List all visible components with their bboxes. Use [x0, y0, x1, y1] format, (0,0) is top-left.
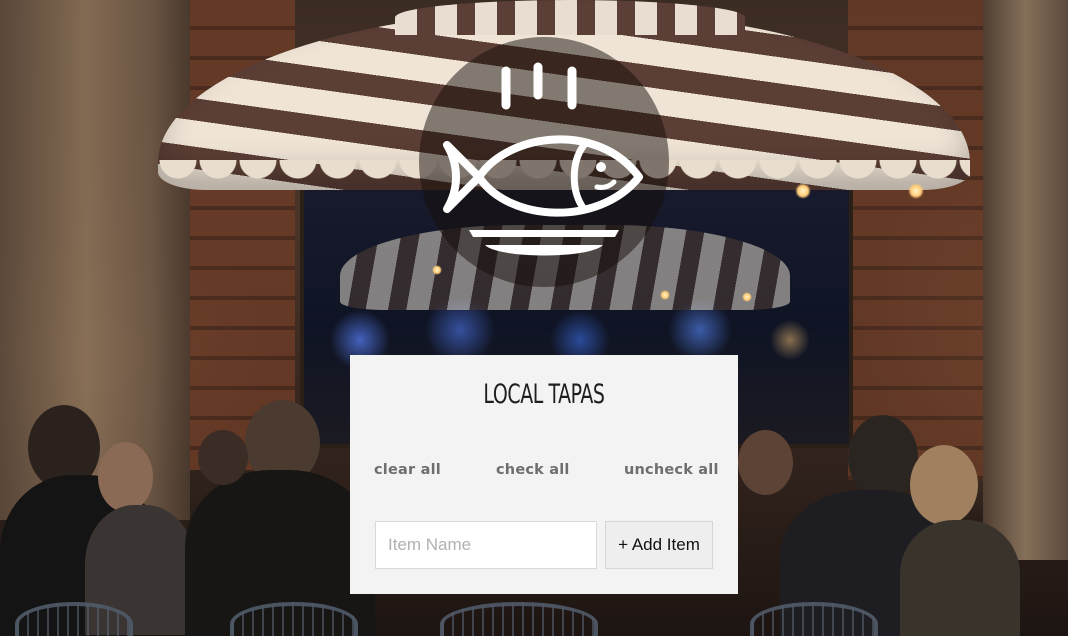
diner-head	[738, 430, 793, 495]
page-title: LOCAL TAPAS	[483, 379, 605, 410]
uncheck-all-button[interactable]: uncheck all	[624, 462, 719, 478]
umbrella-top	[395, 0, 745, 35]
clear-all-button[interactable]: clear all	[374, 462, 441, 478]
fish-gill-icon	[570, 141, 588, 213]
diner-head	[198, 430, 248, 485]
fish-body-icon	[475, 135, 643, 217]
fish-mouth-icon	[594, 179, 617, 190]
diner-head	[98, 442, 153, 512]
fish-eye-icon	[596, 162, 606, 172]
string-light	[908, 183, 924, 199]
fish-tail-icon	[443, 141, 483, 213]
string-light	[742, 292, 752, 302]
bistro-chair	[440, 602, 598, 636]
item-name-input[interactable]	[375, 521, 597, 569]
fish-on-plate-icon	[443, 62, 643, 256]
plate-bottom-icon	[485, 245, 603, 256]
app-logo	[419, 37, 669, 287]
diner-head	[910, 445, 978, 525]
diner-head	[848, 415, 918, 500]
bulk-actions-bar: clear all check all uncheck all	[350, 462, 738, 482]
string-light	[660, 290, 670, 300]
add-item-form: + Add Item	[375, 521, 713, 569]
string-light	[795, 183, 811, 199]
check-all-button[interactable]: check all	[496, 462, 570, 478]
add-item-button[interactable]: + Add Item	[605, 521, 713, 569]
diner-body	[900, 520, 1020, 636]
shopping-list-panel: LOCAL TAPAS clear all check all uncheck …	[350, 355, 738, 594]
plate-top-icon	[469, 230, 619, 237]
